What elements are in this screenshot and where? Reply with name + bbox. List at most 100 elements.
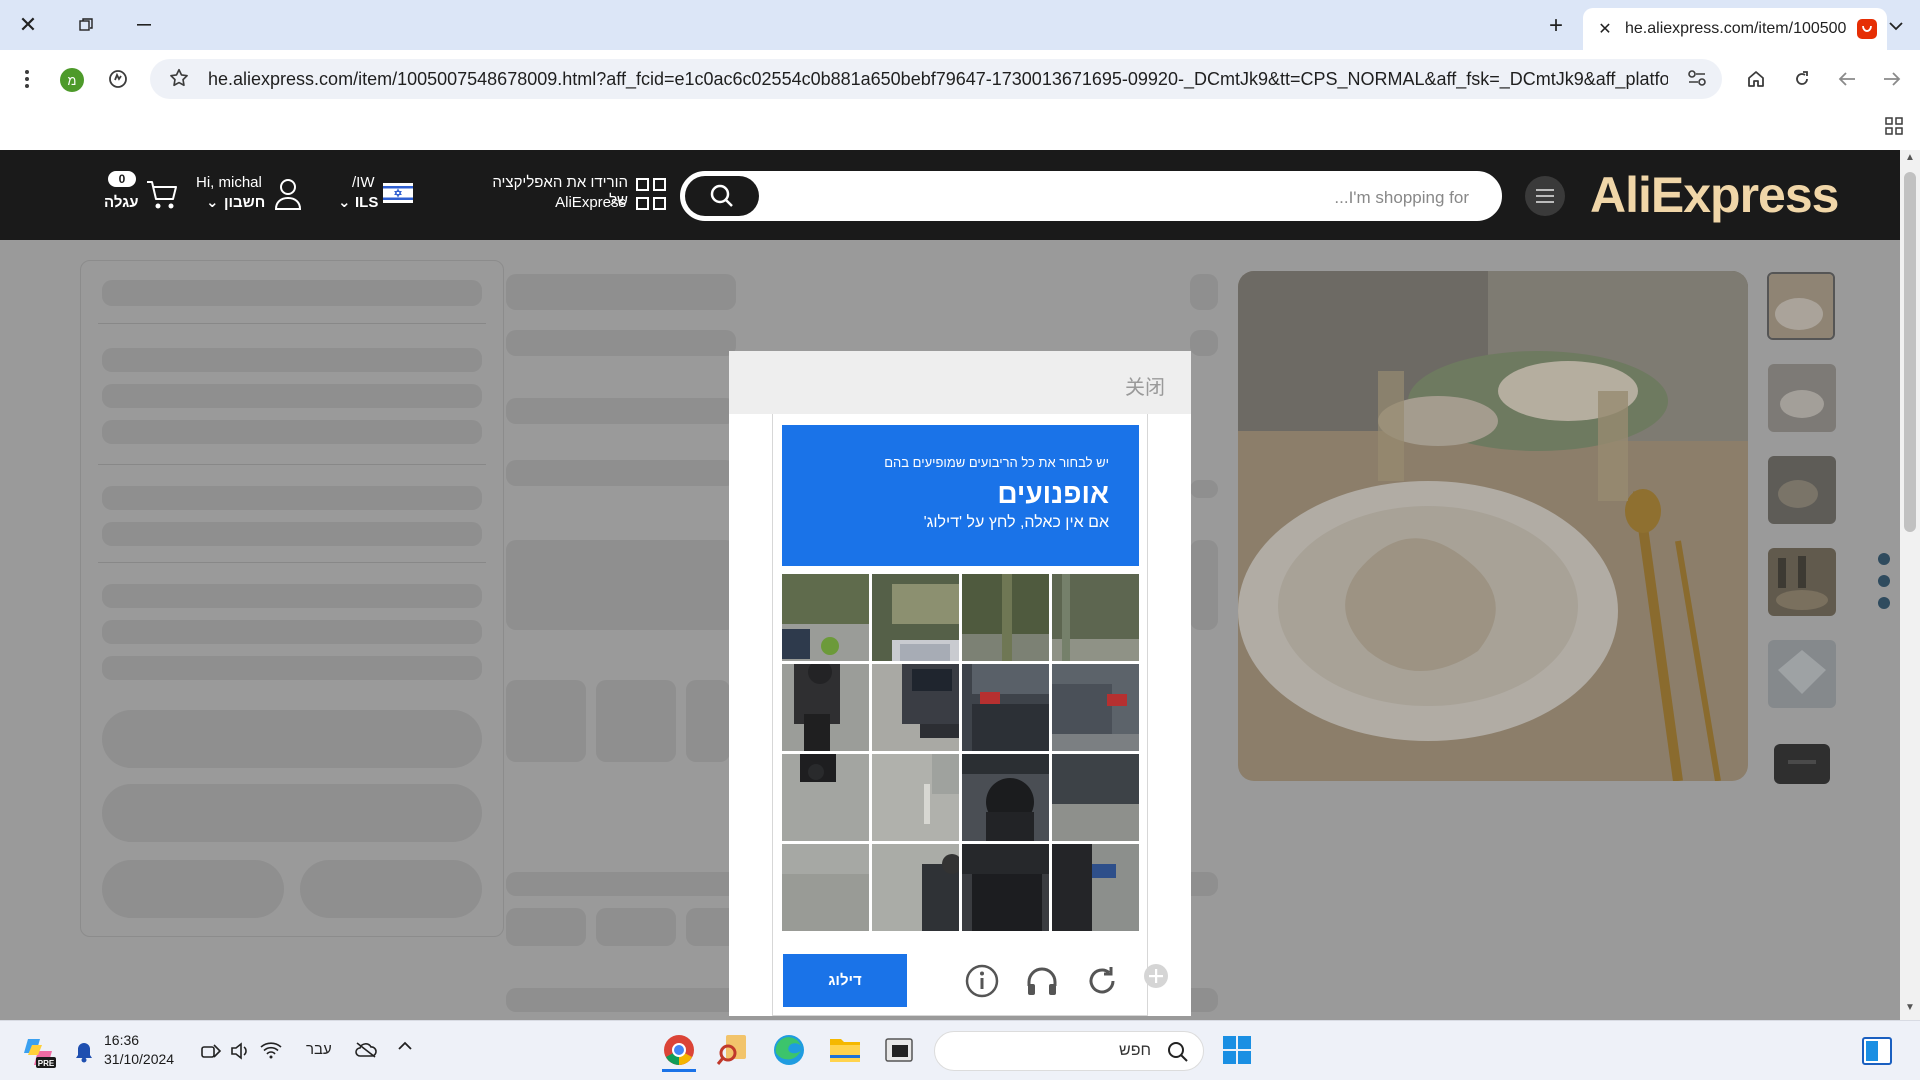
- category-menu-icon[interactable]: [1525, 176, 1565, 216]
- back-arrow-icon[interactable]: [1829, 61, 1865, 97]
- captcha-tile[interactable]: [782, 754, 869, 841]
- window-minimize-icon[interactable]: [116, 0, 172, 50]
- captcha-tile[interactable]: [1052, 574, 1139, 661]
- skeleton-bar: [1190, 480, 1218, 498]
- search-button[interactable]: [685, 176, 759, 216]
- captcha-tile[interactable]: [1052, 664, 1139, 751]
- notification-bell-icon[interactable]: [74, 1041, 94, 1063]
- captcha-modal: 关闭 יש לבחור את כל הריבועים שמופיעים בהם …: [729, 351, 1191, 1016]
- skeleton-pill: [300, 860, 482, 918]
- locale-language: /IW: [352, 174, 375, 191]
- show-hidden-icons-chevron-icon[interactable]: [398, 1041, 412, 1051]
- product-main-image[interactable]: [1238, 271, 1748, 781]
- system-clock[interactable]: 16:36 31/10/2024: [104, 1031, 174, 1069]
- captcha-tile[interactable]: [872, 574, 959, 661]
- volume-icon[interactable]: [230, 1041, 252, 1061]
- wifi-icon[interactable]: [260, 1041, 282, 1059]
- copilot-pre-icon[interactable]: PRE: [22, 1035, 56, 1069]
- bookmark-star-icon[interactable]: [168, 67, 190, 94]
- account-chevron-icon: ⌄: [206, 194, 219, 211]
- info-icon[interactable]: [963, 962, 1001, 1000]
- aliexpress-logo[interactable]: AliExpress: [1590, 166, 1839, 224]
- captcha-tile[interactable]: [1052, 844, 1139, 931]
- apps-grid-icon[interactable]: [1876, 108, 1912, 144]
- skeleton-bar: [506, 460, 736, 486]
- skeleton-divider: [98, 562, 486, 563]
- skeleton-bar: [1190, 330, 1218, 356]
- captcha-tile[interactable]: [962, 754, 1049, 841]
- shopping-cart-icon: [146, 180, 178, 215]
- skeleton-pill: [102, 860, 284, 918]
- reload-challenge-icon[interactable]: [1083, 962, 1121, 1000]
- scroll-up-arrow-icon[interactable]: ▲: [1900, 152, 1920, 168]
- modal-close-button[interactable]: 关闭: [1125, 371, 1165, 400]
- reload-icon[interactable]: [1784, 61, 1820, 97]
- browser-tab-bar: ✕ + ✕ he.aliexpress.com/item/100500: [0, 0, 1920, 50]
- captcha-instruction-line3: אם אין כאלה, לחץ על 'דילוג': [923, 514, 1109, 531]
- skeleton-bar: [102, 522, 482, 546]
- skip-button[interactable]: דילוג: [783, 954, 907, 1007]
- window-restore-icon[interactable]: [58, 0, 114, 50]
- captcha-instructions: יש לבחור את כל הריבועים שמופיעים בהם אופ…: [782, 425, 1139, 566]
- captcha-tile[interactable]: [782, 574, 869, 661]
- network-status-icon[interactable]: [200, 1041, 222, 1061]
- captcha-tile[interactable]: [962, 664, 1049, 751]
- browser-toolbar: מ he.aliexpress.com/item/100500754867800…: [0, 50, 1920, 150]
- audio-challenge-headphones-icon[interactable]: [1023, 962, 1061, 1000]
- search-app-icon[interactable]: [716, 1033, 748, 1067]
- terminal-app-icon[interactable]: [884, 1035, 914, 1065]
- address-bar[interactable]: he.aliexpress.com/item/1005007548678009.…: [150, 59, 1722, 99]
- cart-label: עגלה: [104, 194, 139, 211]
- scroll-down-arrow-icon[interactable]: ▼: [1900, 1002, 1920, 1018]
- scrollbar-thumb[interactable]: [1904, 172, 1916, 532]
- chrome-taskbar-icon[interactable]: [662, 1033, 696, 1072]
- onedrive-offline-icon[interactable]: [354, 1041, 378, 1059]
- product-thumbnail[interactable]: [1768, 548, 1836, 616]
- aliexpress-favicon-icon: [1857, 19, 1877, 39]
- window-close-icon[interactable]: ✕: [0, 0, 56, 50]
- forward-arrow-icon[interactable]: [1874, 61, 1910, 97]
- file-explorer-icon[interactable]: [828, 1035, 862, 1065]
- expand-plus-icon[interactable]: [1143, 963, 1169, 994]
- home-icon[interactable]: [1738, 61, 1774, 97]
- captcha-tile[interactable]: [782, 844, 869, 931]
- product-thumbnail[interactable]: [1774, 744, 1830, 784]
- svg-text:PRE: PRE: [38, 1059, 55, 1068]
- app-promo-line2: AliExpress: [555, 194, 626, 211]
- tab-search-chevron-icon[interactable]: [1878, 8, 1914, 44]
- image-search-camera-icon[interactable]: [770, 180, 796, 209]
- input-language[interactable]: עבר: [306, 1041, 332, 1058]
- site-settings-icon[interactable]: [1686, 67, 1708, 94]
- browser-menu-icon[interactable]: [9, 61, 45, 97]
- carousel-dots[interactable]: [1878, 553, 1890, 619]
- skeleton-block: [506, 540, 736, 630]
- product-thumbnail[interactable]: [1767, 272, 1835, 340]
- captcha-footer: דילוג: [773, 944, 1149, 1014]
- product-thumbnail[interactable]: [1768, 364, 1836, 432]
- taskbar-search-box[interactable]: חפש: [934, 1031, 1204, 1071]
- skeleton-pill: [102, 784, 482, 842]
- tab-close-icon[interactable]: ✕: [1593, 19, 1617, 39]
- captcha-tile[interactable]: [962, 844, 1049, 931]
- israel-flag-icon: [383, 183, 413, 208]
- captcha-tile[interactable]: [872, 844, 959, 931]
- captcha-tile[interactable]: [872, 754, 959, 841]
- captcha-tile[interactable]: [1052, 754, 1139, 841]
- edge-browser-icon[interactable]: [772, 1033, 806, 1067]
- page-scrollbar[interactable]: ▲ ▼: [1900, 150, 1920, 1020]
- clock-time: 16:36: [104, 1032, 140, 1048]
- captcha-tile[interactable]: [962, 574, 1049, 661]
- skeleton-bar: [102, 486, 482, 510]
- captcha-tile[interactable]: [782, 664, 869, 751]
- captcha-tile[interactable]: [872, 664, 959, 751]
- profile-avatar[interactable]: מ: [60, 68, 84, 92]
- search-bar[interactable]: ...I'm shopping for: [680, 171, 1502, 221]
- taskbar-search-placeholder: חפש: [1119, 1042, 1151, 1059]
- product-thumbnail[interactable]: [1768, 456, 1836, 524]
- product-thumbnail[interactable]: [1768, 640, 1836, 708]
- browser-tab[interactable]: ✕ he.aliexpress.com/item/100500: [1583, 8, 1887, 50]
- extension-icon[interactable]: [100, 61, 136, 97]
- new-tab-button[interactable]: +: [1538, 8, 1574, 44]
- show-desktop-widgets-icon[interactable]: [1862, 1037, 1892, 1065]
- windows-start-icon[interactable]: [1222, 1035, 1252, 1065]
